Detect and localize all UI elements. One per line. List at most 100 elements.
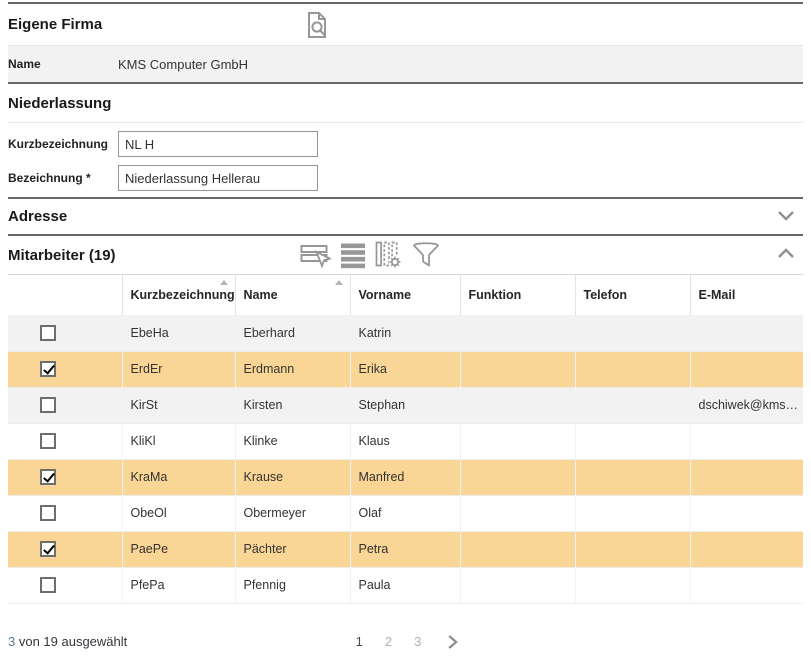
table-cell: [690, 531, 803, 567]
column-header-funktion[interactable]: Funktion: [460, 275, 575, 315]
column-header-kurzbezeichnung[interactable]: Kurzbezeichnung: [122, 275, 235, 315]
select-rows-icon[interactable]: [300, 241, 331, 269]
row-checkbox[interactable]: [40, 505, 56, 521]
table-cell: [575, 459, 690, 495]
table-cell: Pächter: [235, 531, 350, 567]
table-row[interactable]: KirStKirstenStephandschiwek@kms…: [8, 387, 803, 423]
table-cell: [460, 351, 575, 387]
kurzbezeichnung-label: Kurzbezeichnung: [8, 137, 118, 151]
row-checkbox-cell: [8, 387, 122, 423]
table-cell: [460, 531, 575, 567]
table-cell: [690, 495, 803, 531]
column-header-email[interactable]: E-Mail: [690, 275, 803, 315]
table-cell: [690, 351, 803, 387]
pagination: 123: [352, 632, 460, 651]
field-row-bezeichnung: Bezeichnung *: [8, 165, 803, 191]
column-settings-icon[interactable]: [375, 240, 402, 269]
table-cell: Katrin: [350, 315, 460, 351]
document-search-icon[interactable]: [303, 10, 331, 45]
table-cell: Stephan: [350, 387, 460, 423]
table-cell: Obermeyer: [235, 495, 350, 531]
table-cell: [575, 567, 690, 603]
table-cell: EbeHa: [122, 315, 235, 351]
column-label: Name: [244, 288, 278, 302]
table-cell: PfePa: [122, 567, 235, 603]
row-checkbox-cell: [8, 459, 122, 495]
table-cell: KliKl: [122, 423, 235, 459]
page: Eigene Firma Name KMS Computer GmbH Nied…: [0, 2, 811, 657]
table-cell: Eberhard: [235, 315, 350, 351]
employee-table-body: EbeHaEberhardKatrinErdErErdmannErikaKirS…: [8, 315, 803, 603]
table-cell: [690, 459, 803, 495]
section-header-adresse[interactable]: Adresse: [8, 199, 803, 234]
chevron-up-icon[interactable]: [777, 246, 795, 264]
column-header-vorname[interactable]: Vorname: [350, 275, 460, 315]
row-checkbox[interactable]: [40, 397, 56, 413]
column-header-name[interactable]: Name: [235, 275, 350, 315]
chevron-right-icon[interactable]: [447, 634, 459, 650]
row-checkbox-cell: [8, 567, 122, 603]
row-checkbox[interactable]: [40, 541, 56, 557]
table-cell: [690, 567, 803, 603]
page-number-3[interactable]: 3: [410, 632, 425, 651]
table-cell: Erika: [350, 351, 460, 387]
row-checkbox[interactable]: [40, 361, 56, 377]
name-value: KMS Computer GmbH: [118, 57, 248, 72]
bezeichnung-input[interactable]: [118, 165, 318, 191]
row-settings-icon[interactable]: [340, 241, 366, 269]
row-checkbox[interactable]: [40, 469, 56, 485]
table-cell: [575, 423, 690, 459]
table-cell: dschiwek@kms…: [690, 387, 803, 423]
table-header-row: Kurzbezeichnung Name Vorname Funktion: [8, 275, 803, 315]
table-row[interactable]: KraMaKrauseManfred: [8, 459, 803, 495]
table-cell: PaePe: [122, 531, 235, 567]
table-cell: [575, 495, 690, 531]
table-row[interactable]: ObeOlObermeyerOlaf: [8, 495, 803, 531]
section-header-niederlassung: Niederlassung: [8, 84, 803, 122]
table-cell: KirSt: [122, 387, 235, 423]
sort-ascending-icon: [220, 280, 228, 285]
table-row[interactable]: EbeHaEberhardKatrin: [8, 315, 803, 351]
row-checkbox[interactable]: [40, 433, 56, 449]
row-checkbox-cell: [8, 423, 122, 459]
chevron-down-icon[interactable]: [777, 208, 795, 226]
row-checkbox[interactable]: [40, 577, 56, 593]
kurzbezeichnung-input[interactable]: [118, 131, 318, 157]
selection-status: 3 von 19 ausgewählt: [8, 633, 127, 651]
selection-suffix: von 19 ausgewählt: [15, 634, 127, 649]
table-row[interactable]: PaePePächterPetra: [8, 531, 803, 567]
column-label: Vorname: [359, 288, 412, 302]
table-cell: [690, 315, 803, 351]
table-cell: Pfennig: [235, 567, 350, 603]
table-cell: [690, 423, 803, 459]
table-cell: Erdmann: [235, 351, 350, 387]
row-checkbox-cell: [8, 351, 122, 387]
table-cell: [575, 387, 690, 423]
column-label: E-Mail: [699, 288, 736, 302]
table-cell: Olaf: [350, 495, 460, 531]
row-checkbox[interactable]: [40, 325, 56, 341]
table-cell: ErdEr: [122, 351, 235, 387]
section-header-mitarbeiter[interactable]: Mitarbeiter (19): [8, 236, 803, 274]
table-cell: KraMa: [122, 459, 235, 495]
section-header-eigene-firma: Eigene Firma: [8, 4, 803, 45]
table-row[interactable]: PfePaPfennigPaula: [8, 567, 803, 603]
table-cell: [460, 567, 575, 603]
page-number-2[interactable]: 2: [381, 632, 396, 651]
filter-icon[interactable]: [411, 241, 441, 269]
column-label: Kurzbezeichnung: [131, 288, 235, 302]
table-row[interactable]: ErdErErdmannErika: [8, 351, 803, 387]
table-cell: Klaus: [350, 423, 460, 459]
table-cell: [575, 351, 690, 387]
column-label: Telefon: [584, 288, 628, 302]
section-title-eigene-firma: Eigene Firma: [8, 16, 102, 33]
table-cell: [575, 531, 690, 567]
field-row-name: Name KMS Computer GmbH: [8, 46, 803, 82]
page-number-1[interactable]: 1: [352, 632, 367, 651]
table-cell: [460, 387, 575, 423]
table-row[interactable]: KliKlKlinkeKlaus: [8, 423, 803, 459]
column-header-telefon[interactable]: Telefon: [575, 275, 690, 315]
employee-table: Kurzbezeichnung Name Vorname Funktion: [8, 274, 803, 604]
table-cell: Manfred: [350, 459, 460, 495]
table-cell: Klinke: [235, 423, 350, 459]
